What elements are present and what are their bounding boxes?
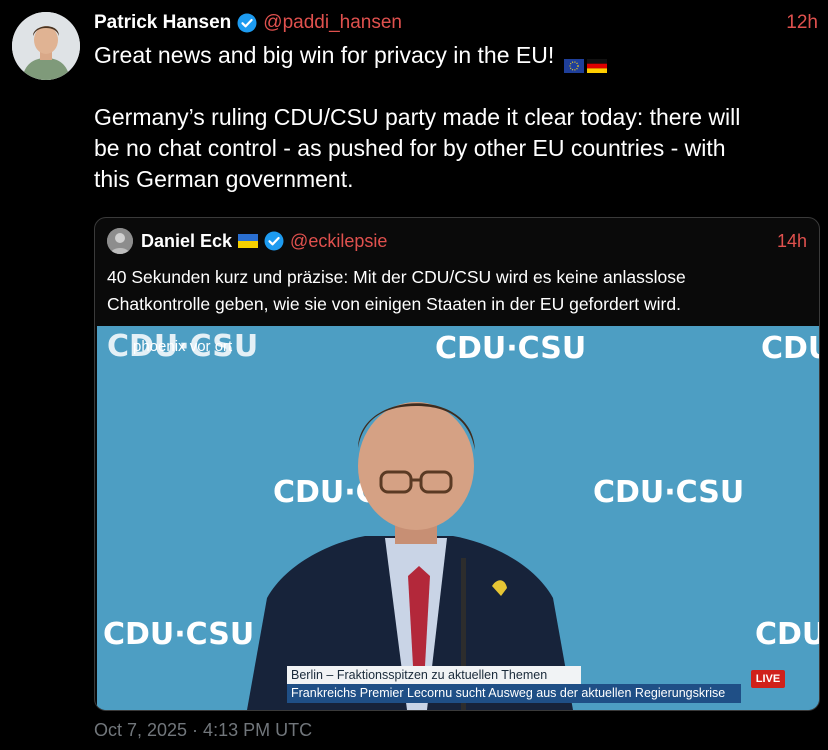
- author-name[interactable]: Patrick Hansen: [94, 12, 231, 34]
- author-avatar[interactable]: [12, 12, 80, 80]
- verified-badge-icon: [237, 13, 257, 33]
- tweet-body: Great news and big win for privacy in th…: [94, 40, 814, 195]
- backdrop-logo: CDU·CSU: [435, 331, 586, 366]
- backdrop-logo: CDU·CSU: [103, 617, 254, 652]
- quoted-author-name[interactable]: Daniel Eck: [141, 231, 232, 252]
- backdrop-logo: CDU·CSU: [593, 475, 744, 510]
- tweet-text-line: this German government.: [94, 166, 354, 192]
- quoted-tweet-body: 40 Sekunden kurz und präzise: Mit der CD…: [107, 264, 807, 318]
- tweet-text-line: Great news and big win for privacy in th…: [94, 40, 814, 73]
- backdrop-logo: CDU·CSU: [761, 331, 819, 366]
- video-player[interactable]: CDU·CSU CDU·CSU CDU·CSU CDU·CSU CDU·CSU …: [97, 326, 819, 710]
- backdrop-logo: CDU·CSU: [755, 617, 819, 652]
- quoted-tweet[interactable]: Daniel Eck @eckilepsie 14h 40 Sekunden k…: [94, 217, 820, 711]
- author-handle[interactable]: @paddi_hansen: [263, 12, 402, 34]
- live-badge: LIVE: [751, 670, 785, 688]
- channel-logo: phoenix vor ort: [133, 338, 233, 355]
- quoted-author-handle[interactable]: @eckilepsie: [290, 231, 387, 252]
- tweet-date[interactable]: Oct 7, 2025 · 4:13 PM UTC: [94, 720, 312, 741]
- tweet-text-line: Germany’s ruling CDU/CSU party made it c…: [94, 104, 741, 130]
- eu-flag-icon: [563, 50, 584, 73]
- germany-flag-icon: [586, 50, 607, 73]
- quoted-tweet-header: Daniel Eck @eckilepsie 14h: [107, 228, 807, 254]
- quoted-tweet-timestamp[interactable]: 14h: [777, 231, 807, 252]
- tweet-timestamp[interactable]: 12h: [786, 12, 818, 34]
- tweet-header: Patrick Hansen @paddi_hansen 12h: [94, 10, 818, 36]
- ukraine-flag-icon: [238, 234, 259, 248]
- tweet-text-line: be no chat control - as pushed for by ot…: [94, 135, 726, 161]
- quoted-author-avatar[interactable]: [107, 228, 133, 254]
- verified-badge-icon: [264, 231, 284, 251]
- lower-third-ticker: Frankreichs Premier Lecornu sucht Ausweg…: [287, 684, 741, 703]
- quoted-text-line: Chatkontrolle geben, wie sie von einigen…: [107, 294, 681, 314]
- quoted-text-line: 40 Sekunden kurz und präzise: Mit der CD…: [107, 267, 686, 287]
- lower-third-title: Berlin – Fraktionsspitzen zu aktuellen T…: [287, 666, 581, 684]
